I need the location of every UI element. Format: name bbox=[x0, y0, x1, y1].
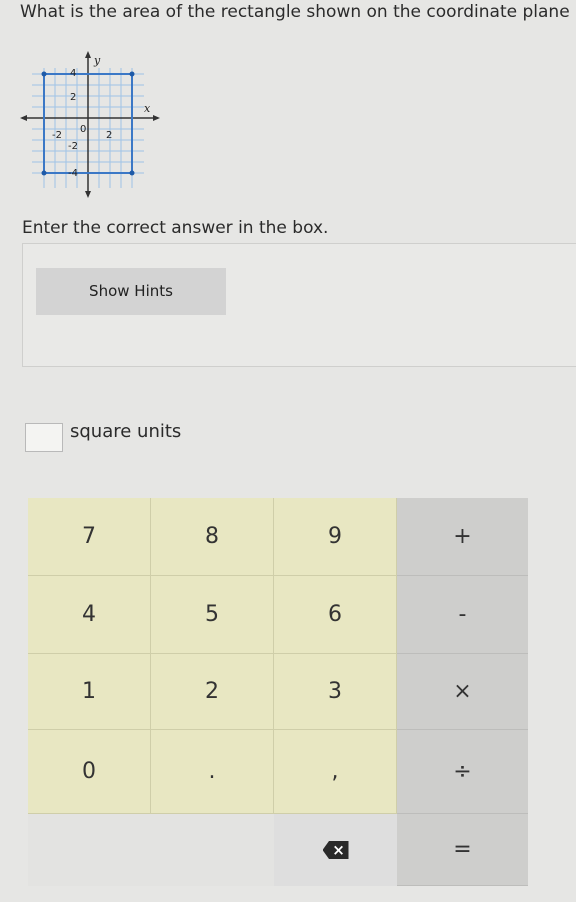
x-axis-label: x bbox=[144, 102, 151, 115]
x-axis-arrow-left bbox=[20, 115, 27, 121]
key-6[interactable]: 6 bbox=[274, 576, 397, 654]
y-tick-label: -2 bbox=[68, 141, 78, 152]
coordinate-plane: y x 4 2 -2 0 2 -2 -4 bbox=[20, 51, 160, 198]
keypad-empty-cell bbox=[151, 814, 274, 886]
key-5[interactable]: 5 bbox=[151, 576, 274, 654]
x-tick-label: 2 bbox=[106, 130, 112, 141]
key-3[interactable]: 3 bbox=[274, 654, 397, 730]
key-multiply[interactable]: × bbox=[397, 654, 528, 730]
y-axis-label: y bbox=[93, 54, 101, 67]
x-tick-label: 0 bbox=[80, 124, 86, 135]
vertex-point bbox=[41, 71, 47, 77]
key-2[interactable]: 2 bbox=[151, 654, 274, 730]
key-equals[interactable]: = bbox=[397, 814, 528, 886]
x-axis-arrow-right bbox=[153, 115, 160, 121]
key-8[interactable]: 8 bbox=[151, 498, 274, 576]
instruction-text: Enter the correct answer in the box. bbox=[22, 218, 329, 238]
y-axis-arrow-up bbox=[85, 51, 91, 58]
key-divide[interactable]: ÷ bbox=[397, 730, 528, 814]
key-7[interactable]: 7 bbox=[28, 498, 151, 576]
keypad-empty-cell bbox=[28, 814, 151, 886]
key-decimal[interactable]: . bbox=[151, 730, 274, 814]
y-tick-label: 2 bbox=[70, 92, 76, 103]
show-hints-button[interactable]: Show Hints bbox=[36, 268, 226, 315]
key-backspace[interactable]: × bbox=[274, 814, 397, 886]
key-0[interactable]: 0 bbox=[28, 730, 151, 814]
question-text: What is the area of the rectangle shown … bbox=[20, 2, 570, 22]
key-4[interactable]: 4 bbox=[28, 576, 151, 654]
y-tick-label: -4 bbox=[68, 168, 78, 179]
keypad: 7 8 9 + 4 5 6 - 1 2 3 × 0 . , ÷ × = bbox=[28, 498, 528, 886]
y-axis-arrow-down bbox=[85, 191, 91, 198]
y-tick-label: 4 bbox=[70, 68, 76, 79]
vertex-point bbox=[129, 170, 135, 176]
key-minus[interactable]: - bbox=[397, 576, 528, 654]
vertex-point bbox=[129, 71, 135, 77]
key-9[interactable]: 9 bbox=[274, 498, 397, 576]
answer-input[interactable] bbox=[25, 423, 63, 452]
key-comma[interactable]: , bbox=[274, 730, 397, 814]
unit-label: square units bbox=[70, 421, 182, 442]
backspace-icon: × bbox=[322, 841, 349, 859]
vertex-point bbox=[41, 170, 47, 176]
x-tick-label: -2 bbox=[52, 130, 62, 141]
key-1[interactable]: 1 bbox=[28, 654, 151, 730]
key-plus[interactable]: + bbox=[397, 498, 528, 576]
